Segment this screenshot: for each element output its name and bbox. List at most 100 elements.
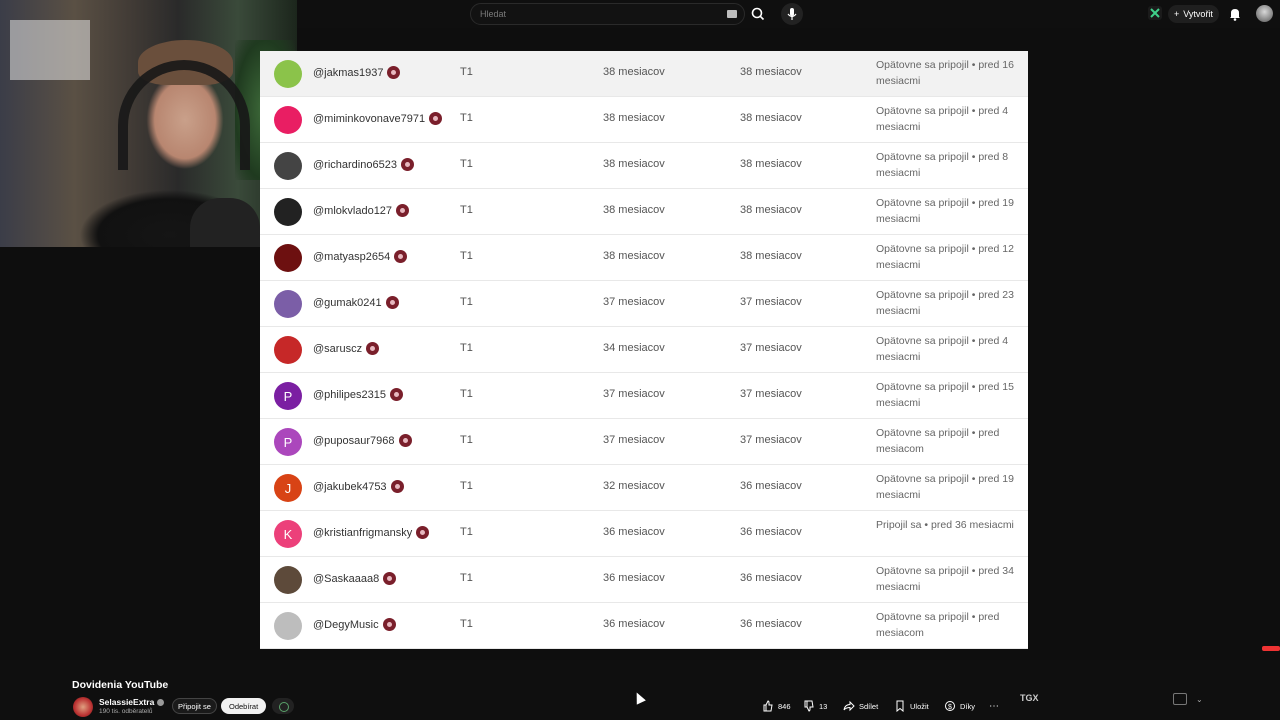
table-row[interactable]: @miminkovonave7971 T1 38 mesiacov 38 mesiac…	[260, 97, 1028, 143]
member-months: 37 mesiacov	[740, 296, 802, 308]
table-row[interactable]: @gumak0241 T1 37 mesiacov 37 mesiacov Opätov…	[260, 281, 1028, 327]
subscribe-button[interactable]: Odebírat	[221, 698, 267, 714]
member-username[interactable]: @DegyMusic	[313, 618, 396, 631]
member-avatar[interactable]: K	[274, 520, 302, 548]
table-row[interactable]: J @jakubek4753 T1 32 mesiacov 36 mesiacov Opä…	[260, 465, 1028, 511]
member-username[interactable]: @matyasp2654	[313, 250, 408, 263]
channel-avatar[interactable]	[73, 697, 93, 717]
verified-icon	[157, 698, 165, 706]
member-status: Opätovne sa pripojil • pred 34 mesiacmi	[876, 565, 1014, 593]
search-icon	[751, 7, 765, 21]
table-row[interactable]: @matyasp2654 T1 38 mesiacov 38 mesiacov Opät…	[260, 235, 1028, 281]
bookmark-icon	[896, 700, 904, 712]
member-months: 38 mesiacov	[740, 250, 802, 262]
member-months: 38 mesiacov	[740, 158, 802, 170]
member-avatar[interactable]	[274, 106, 302, 134]
create-label: Vytvořit	[1183, 9, 1213, 19]
member-badge-icon	[385, 296, 399, 309]
member-badge-icon	[394, 250, 408, 263]
more-actions-button[interactable]: ⋯	[989, 698, 999, 714]
channel-name-text: SelassieExtra	[99, 697, 155, 707]
table-row[interactable]: P @philipes2315 T1 37 mesiacov 37 mesiacov Op…	[260, 373, 1028, 419]
table-row[interactable]: @jakmas1937 T1 38 mesiacov 38 mesiacov Opäto…	[260, 51, 1028, 97]
search-box[interactable]: Hledat	[470, 3, 745, 25]
webcam-overlay	[0, 0, 297, 247]
table-row[interactable]: P @puposaur7968 T1 37 mesiacov 37 mesiacov Op…	[260, 419, 1028, 465]
member-username[interactable]: @kristianfrigmansky	[313, 526, 430, 539]
thanks-button[interactable]: $ Díky	[944, 698, 975, 714]
member-username[interactable]: @philipes2315	[313, 388, 403, 401]
member-avatar[interactable]	[274, 566, 302, 594]
member-months: 38 mesiacov	[740, 204, 802, 216]
dislike-button[interactable]: 13	[803, 698, 827, 714]
member-username-text: @richardino6523	[313, 158, 397, 171]
member-tier: T1	[460, 296, 473, 308]
more-icon: ⋯	[989, 700, 999, 712]
notifications-button[interactable]	[1227, 6, 1243, 22]
member-username[interactable]: @gumak0241	[313, 296, 399, 309]
table-row[interactable]: @richardino6523 T1 38 mesiacov 38 mesiacov O…	[260, 143, 1028, 189]
member-avatar[interactable]	[274, 612, 302, 640]
member-tier: T1	[460, 618, 473, 630]
member-avatar[interactable]: P	[274, 382, 302, 410]
account-avatar[interactable]	[1256, 5, 1273, 22]
member-tier: T1	[460, 204, 473, 216]
search-input[interactable]: Hledat	[480, 9, 506, 19]
extension-icon[interactable]	[1148, 6, 1162, 20]
like-count: 846	[778, 701, 791, 711]
member-username-text: @jakmas1937	[313, 66, 384, 79]
member-username[interactable]: @richardino6523	[313, 158, 414, 171]
member-username[interactable]: @jakubek4753	[313, 480, 404, 493]
microphone-icon	[787, 8, 797, 20]
member-avatar[interactable]	[274, 60, 302, 88]
member-username-text: @puposaur7968	[313, 434, 395, 447]
share-button[interactable]: Sdílet	[843, 698, 878, 714]
search-button[interactable]	[747, 4, 769, 24]
svg-text:$: $	[948, 704, 952, 711]
member-months: 38 mesiacov	[740, 66, 802, 78]
save-button[interactable]: Uložit	[894, 698, 929, 714]
member-username[interactable]: @Saskaaaa8	[313, 572, 397, 585]
member-months: 36 mesiacov	[740, 480, 802, 492]
member-username-text: @jakubek4753	[313, 480, 387, 493]
member-status: Pripojil sa • pred 36 mesiacmi	[876, 519, 1014, 531]
member-avatar[interactable]: J	[274, 474, 302, 502]
table-row[interactable]: @DegyMusic T1 36 mesiacov 36 mesiacov Opätov…	[260, 603, 1028, 649]
channel-name[interactable]: SelassieExtra	[99, 697, 165, 707]
create-button[interactable]: + Vytvořit	[1168, 5, 1219, 23]
thanks-icon: $	[945, 701, 955, 711]
dislike-count: 13	[819, 701, 828, 711]
member-badge-icon	[398, 434, 412, 447]
thumbs-up-icon	[763, 700, 773, 712]
member-avatar[interactable]	[274, 198, 302, 226]
join-button[interactable]: Připojit se	[172, 698, 217, 714]
keyboard-icon[interactable]	[727, 10, 737, 18]
subscriber-count: 190 tis. odběratelů	[99, 708, 153, 715]
table-row[interactable]: K @kristianfrigmansky T1 36 mesiacov 36 mesi…	[260, 511, 1028, 557]
member-username[interactable]: @jakmas1937	[313, 66, 401, 79]
like-button[interactable]: 846	[762, 698, 791, 714]
table-row[interactable]: @mlokvlado127 T1 38 mesiacov 38 mesiacov Opä…	[260, 189, 1028, 235]
chevron-down-icon[interactable]: ⌄	[1196, 695, 1203, 704]
member-username[interactable]: @miminkovonave7971	[313, 112, 443, 125]
member-username[interactable]: @saruscz	[313, 342, 380, 355]
member-avatar[interactable]: P	[274, 428, 302, 456]
table-row[interactable]: @Saskaaaa8 T1 36 mesiacov 36 mesiacov Opätov…	[260, 557, 1028, 603]
member-username-text: @mlokvlado127	[313, 204, 393, 217]
member-avatar[interactable]	[274, 290, 302, 318]
notification-bell-button[interactable]	[272, 698, 294, 714]
member-months: 36 mesiacov	[740, 572, 802, 584]
save-label: Uložit	[910, 701, 929, 711]
member-avatar[interactable]	[274, 244, 302, 272]
member-avatar[interactable]	[274, 336, 302, 364]
upload-icon[interactable]	[1173, 693, 1187, 705]
member-username[interactable]: @mlokvlado127	[313, 204, 410, 217]
member-username-text: @saruscz	[313, 342, 363, 355]
member-avatar[interactable]	[274, 152, 302, 180]
member-total-months: 37 mesiacov	[603, 296, 665, 308]
voice-search-button[interactable]	[781, 3, 803, 25]
member-username[interactable]: @puposaur7968	[313, 434, 412, 447]
table-row[interactable]: @saruscz T1 34 mesiacov 37 mesiacov Opätovne…	[260, 327, 1028, 373]
member-total-months: 36 mesiacov	[603, 526, 665, 538]
member-username-text: @kristianfrigmansky	[313, 526, 413, 539]
